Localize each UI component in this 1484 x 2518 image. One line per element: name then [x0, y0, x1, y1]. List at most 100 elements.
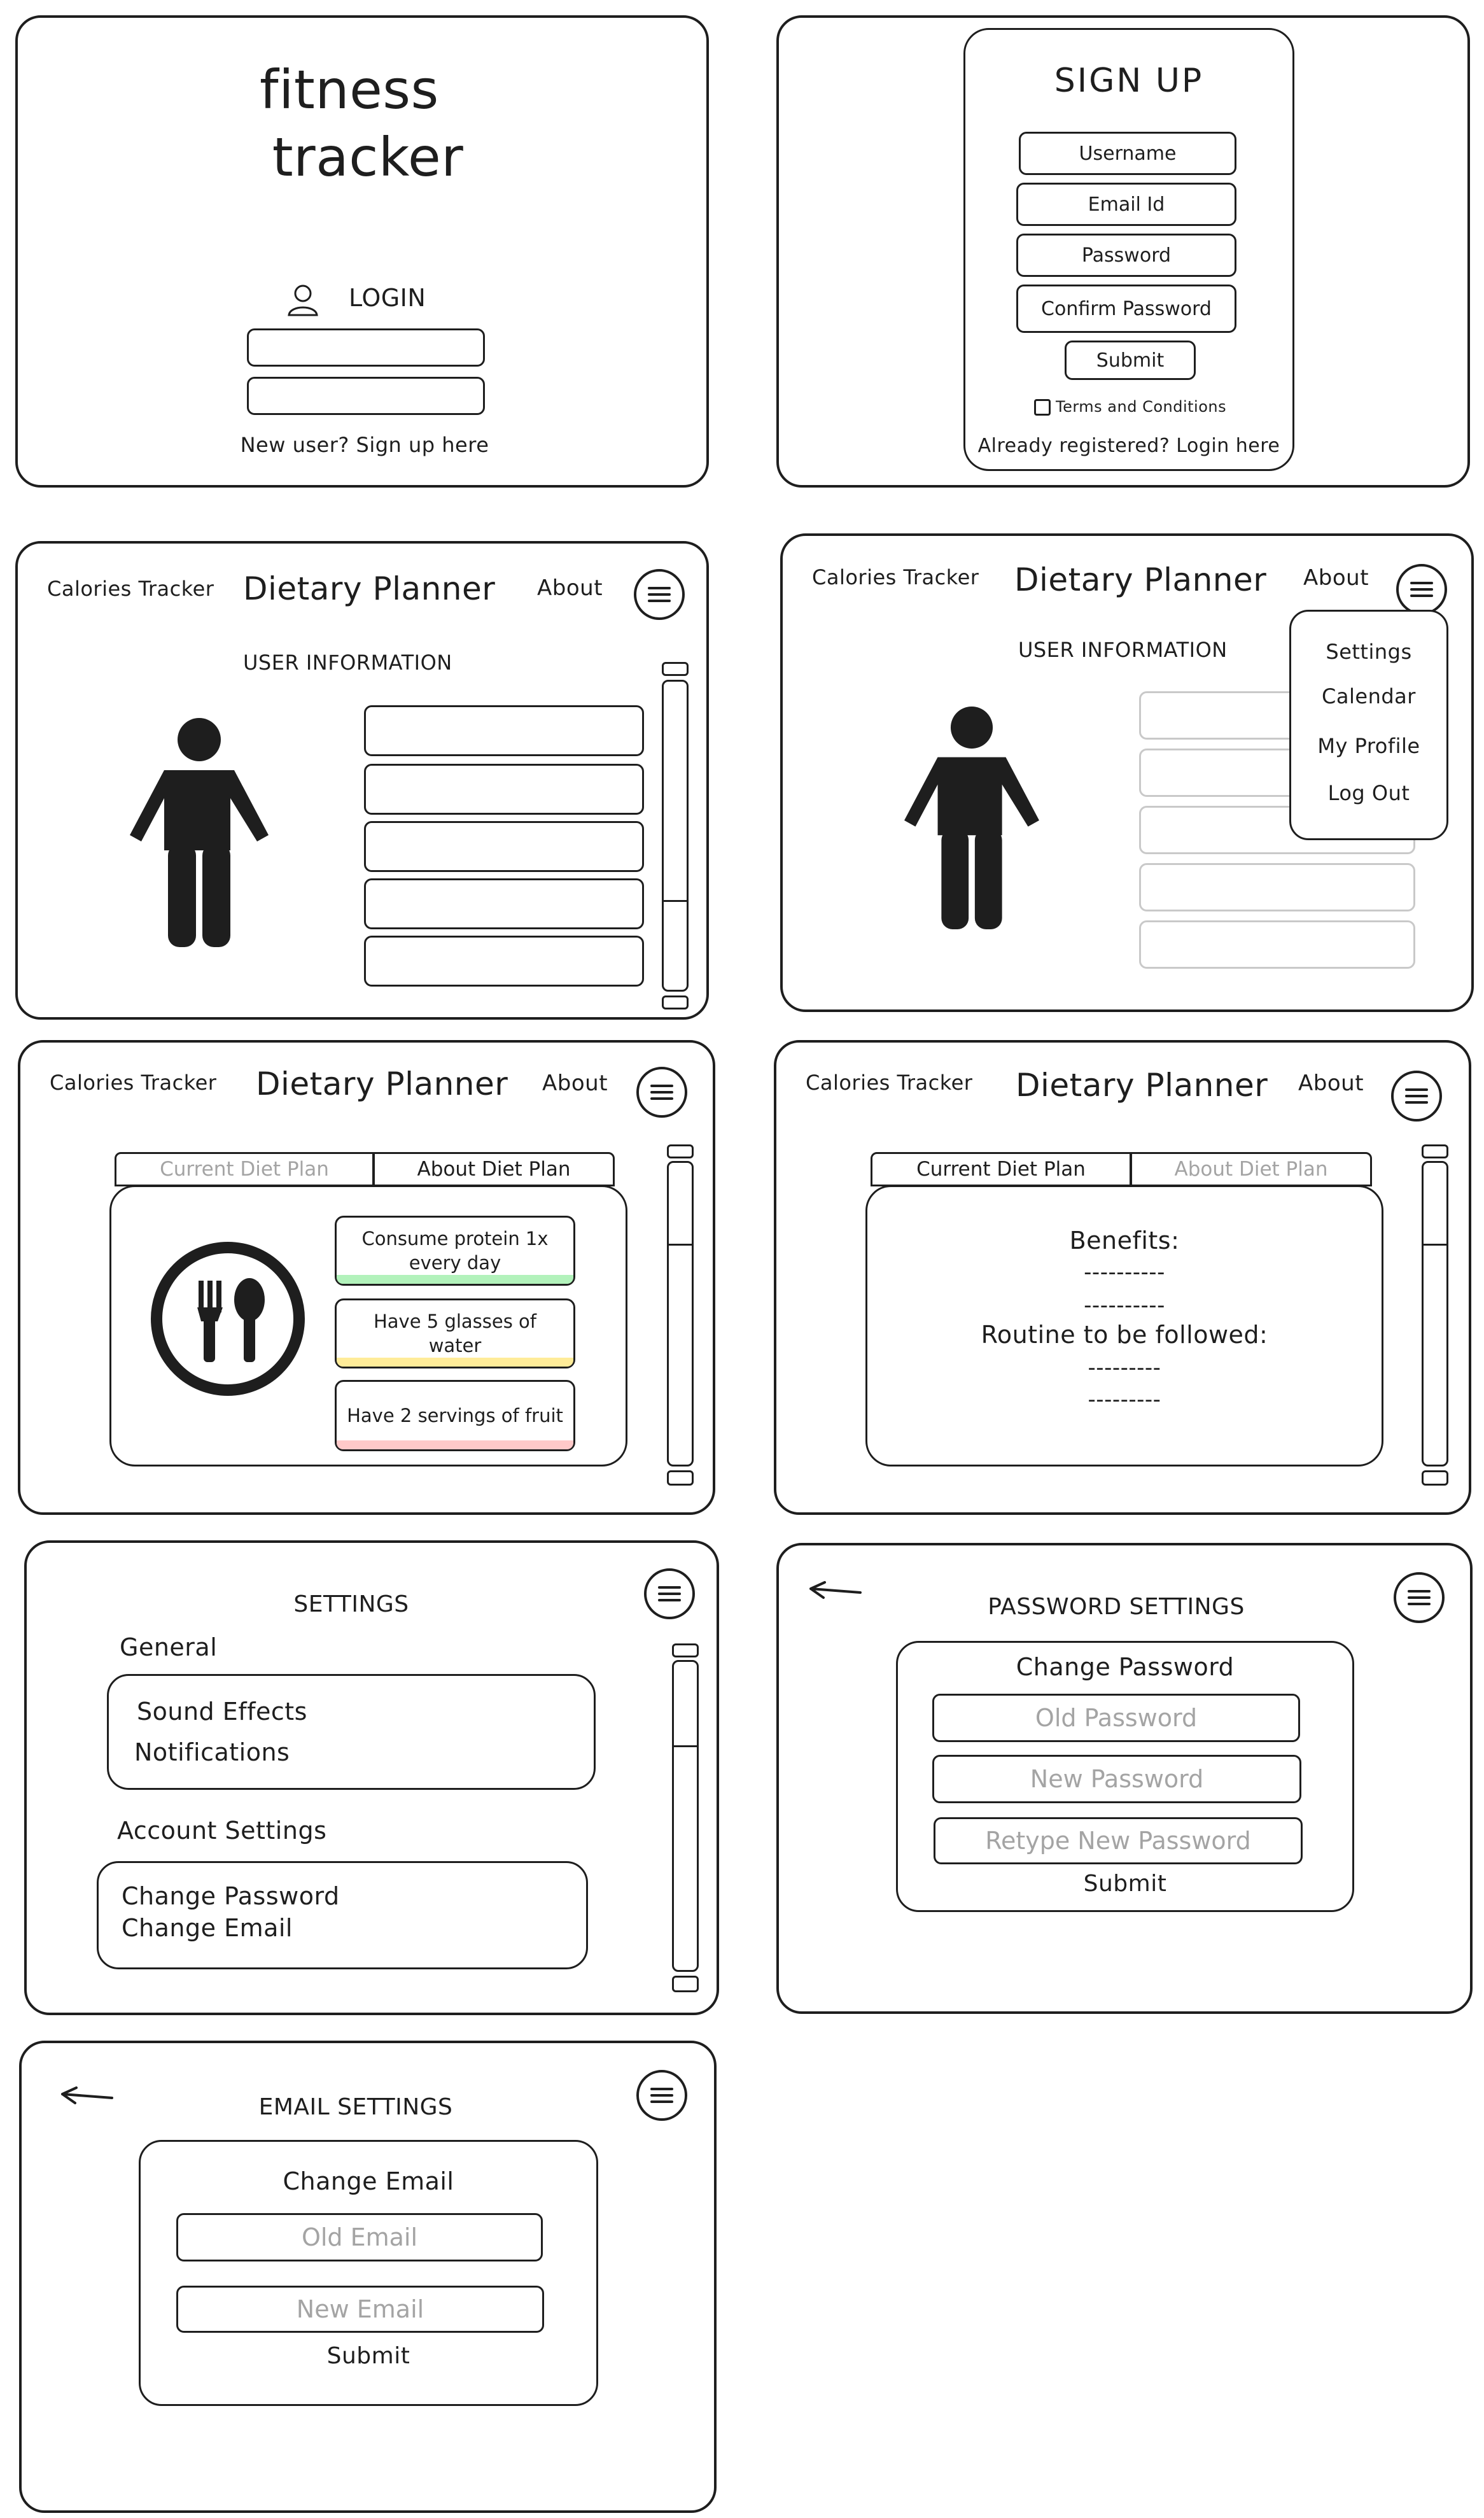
user-information-heading: USER INFORMATION	[243, 651, 452, 675]
old-email-input[interactable]: Old Email	[176, 2213, 543, 2261]
new-email-input[interactable]: New Email	[176, 2286, 544, 2333]
email-settings-screen: EMAIL SETTINGS Change Email Old Email Ne…	[19, 2041, 717, 2513]
change-email-item[interactable]: Change Email	[122, 1914, 293, 1942]
retype-password-input[interactable]: Retype New Password	[934, 1817, 1303, 1864]
scrollbar[interactable]	[672, 1660, 699, 1972]
nav-calories-tracker[interactable]: Calories Tracker	[806, 1071, 972, 1095]
scrollbar-up[interactable]	[672, 1643, 699, 1657]
nav-calories-tracker[interactable]: Calories Tracker	[50, 1071, 216, 1095]
tab-current-diet-plan[interactable]: Current Diet Plan	[115, 1152, 374, 1186]
signup-screen: SIGN UP Username Email Id Password Confi…	[776, 15, 1470, 488]
user-info-field-3[interactable]	[364, 821, 644, 872]
routine-heading: Routine to be followed:	[981, 1321, 1268, 1349]
scrollbar[interactable]	[667, 1161, 694, 1466]
email-submit-button[interactable]: Submit	[141, 2343, 596, 2369]
menu-item-calendar[interactable]: Calendar	[1291, 684, 1446, 708]
diet-card-fruit[interactable]: Have 2 servings of fruit	[335, 1380, 575, 1451]
diet-card-water-text: Have 5 glasses of water	[373, 1311, 537, 1356]
change-password-item[interactable]: Change Password	[122, 1882, 340, 1910]
login-screen: fitness tracker LOGIN New user? Sign up …	[15, 15, 709, 488]
back-arrow-icon[interactable]	[807, 1579, 864, 1604]
user-info-field-4[interactable]	[364, 878, 644, 929]
settings-title: SETTINGS	[293, 1591, 409, 1617]
user-info-field-5[interactable]	[364, 936, 644, 987]
nav-about[interactable]: About	[542, 1071, 608, 1096]
sound-effects-item[interactable]: Sound Effects	[137, 1698, 307, 1726]
diet-card-protein[interactable]: Consume protein 1x every day	[335, 1216, 575, 1286]
routine-line-2: ---------	[1088, 1387, 1161, 1412]
password-field[interactable]: Password	[1016, 234, 1236, 277]
scrollbar-up[interactable]	[667, 1144, 694, 1158]
about-diet-plan-screen: Calories Tracker Dietary Planner About C…	[774, 1040, 1471, 1515]
diet-card-fruit-text: Have 2 servings of fruit	[347, 1405, 563, 1426]
scrollbar-thumb-line	[1422, 1244, 1448, 1246]
user-info-field-1[interactable]	[364, 705, 644, 756]
nav-title: Dietary Planner	[1016, 1067, 1268, 1104]
tab-current-diet-plan[interactable]: Current Diet Plan	[871, 1152, 1131, 1186]
hamburger-menu-icon[interactable]	[1396, 564, 1447, 615]
change-password-card: Change Password Old Password New Passwor…	[896, 1641, 1354, 1912]
diet-card-water-stripe	[337, 1358, 573, 1367]
password-settings-screen: PASSWORD SETTINGS Change Password Old Pa…	[776, 1543, 1473, 2014]
app-title-line1: fitness	[260, 59, 439, 121]
scrollbar[interactable]	[1422, 1161, 1448, 1466]
notifications-item[interactable]: Notifications	[134, 1738, 290, 1766]
scrollbar-thumb-line	[667, 1244, 694, 1246]
nav-title: Dietary Planner	[1014, 561, 1267, 598]
login-username-input[interactable]	[247, 328, 485, 367]
signup-title: SIGN UP	[1054, 62, 1204, 100]
scrollbar-up[interactable]	[662, 662, 689, 676]
email-settings-title: EMAIL SETTINGS	[258, 2094, 453, 2120]
scrollbar[interactable]	[662, 680, 689, 992]
signup-link[interactable]: New user? Sign up here	[228, 433, 501, 457]
scrollbar-down[interactable]	[662, 995, 689, 1009]
benefits-line-2: ----------	[1084, 1293, 1165, 1318]
menu-item-my-profile[interactable]: My Profile	[1291, 734, 1446, 758]
hamburger-menu-icon[interactable]	[644, 1568, 695, 1619]
scrollbar-down[interactable]	[667, 1470, 694, 1486]
tab-about-diet-plan[interactable]: About Diet Plan	[373, 1152, 615, 1186]
new-password-input[interactable]: New Password	[932, 1755, 1301, 1803]
old-password-input[interactable]: Old Password	[932, 1694, 1300, 1742]
signup-submit-button[interactable]: Submit	[1065, 341, 1196, 380]
dropdown-menu: Settings Calendar My Profile Log Out	[1289, 610, 1448, 840]
login-label: LOGIN	[349, 284, 426, 312]
hamburger-menu-icon[interactable]	[634, 569, 685, 620]
login-password-input[interactable]	[247, 377, 485, 415]
routine-line-1: ---------	[1088, 1355, 1161, 1381]
nav-about[interactable]: About	[537, 575, 603, 601]
menu-item-log-out[interactable]: Log Out	[1291, 781, 1446, 805]
hamburger-menu-icon[interactable]	[636, 2070, 687, 2121]
nav-calories-tracker[interactable]: Calories Tracker	[47, 577, 214, 601]
nav-calories-tracker[interactable]: Calories Tracker	[812, 565, 979, 589]
app-title-line2: tracker	[272, 126, 464, 188]
user-info-field-2[interactable]	[364, 764, 644, 815]
hamburger-menu-icon[interactable]	[636, 1067, 687, 1118]
password-submit-button[interactable]: Submit	[898, 1871, 1352, 1897]
user-info-field-4[interactable]	[1139, 863, 1415, 911]
person-icon	[904, 706, 1039, 929]
change-email-card: Change Email Old Email New Email Submit	[139, 2140, 598, 2406]
confirm-password-field[interactable]: Confirm Password	[1016, 285, 1236, 333]
menu-item-settings[interactable]: Settings	[1291, 640, 1446, 664]
tab-about-diet-plan[interactable]: About Diet Plan	[1130, 1152, 1372, 1186]
scrollbar-up[interactable]	[1422, 1144, 1448, 1158]
email-field[interactable]: Email Id	[1016, 183, 1236, 226]
username-field[interactable]: Username	[1019, 132, 1236, 175]
hamburger-menu-icon[interactable]	[1394, 1572, 1445, 1623]
scrollbar-down[interactable]	[1422, 1470, 1448, 1486]
change-password-heading: Change Password	[1016, 1653, 1235, 1681]
login-link[interactable]: Already registered? Login here	[965, 435, 1292, 457]
diet-card-water[interactable]: Have 5 glasses of water	[335, 1298, 575, 1368]
back-arrow-icon[interactable]	[59, 2084, 116, 2109]
scrollbar-down[interactable]	[672, 1976, 699, 1992]
nav-about[interactable]: About	[1303, 565, 1369, 591]
benefits-heading: Benefits:	[1069, 1227, 1180, 1255]
user-info-field-5[interactable]	[1139, 920, 1415, 969]
hamburger-menu-icon[interactable]	[1391, 1071, 1442, 1122]
user-icon	[288, 285, 318, 316]
benefits-line-1: ----------	[1084, 1260, 1165, 1285]
person-icon	[130, 718, 269, 947]
terms-checkbox[interactable]	[1034, 399, 1051, 416]
nav-about[interactable]: About	[1298, 1071, 1364, 1096]
